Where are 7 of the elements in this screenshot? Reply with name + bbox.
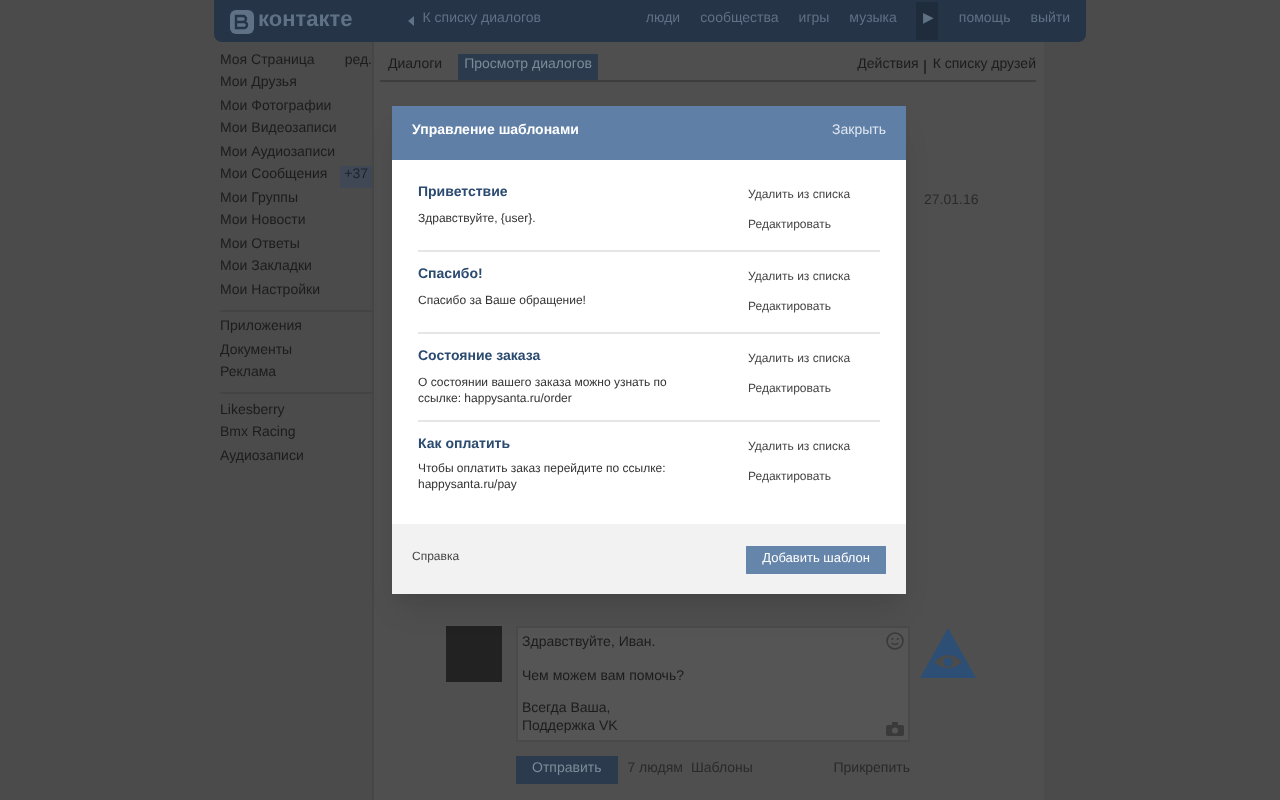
chevron-icon bbox=[408, 16, 415, 26]
logo-text: контакте bbox=[258, 6, 353, 37]
smiley-icon[interactable] bbox=[886, 632, 904, 650]
eye-triangle-icon bbox=[920, 628, 976, 678]
photo-placeholder bbox=[446, 626, 502, 682]
camera-icon[interactable] bbox=[886, 722, 904, 736]
logo-icon bbox=[230, 9, 254, 33]
